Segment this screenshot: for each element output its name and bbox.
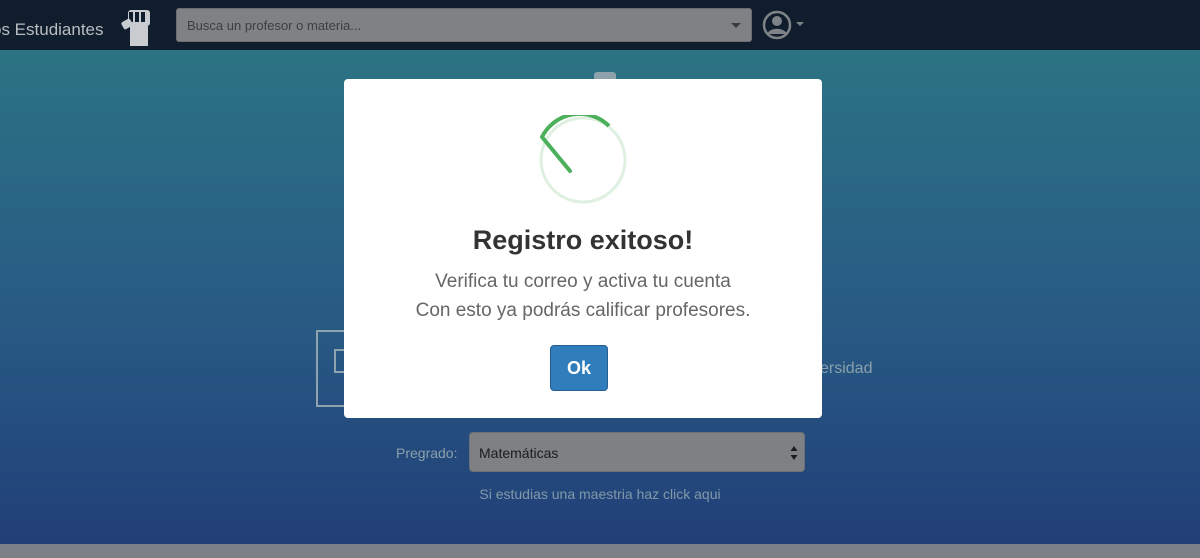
search-box[interactable] — [176, 8, 752, 42]
pregrado-label: Pregrado: — [396, 445, 458, 461]
caret-down-icon[interactable] — [731, 23, 741, 28]
footer-bar — [0, 544, 1200, 558]
search-input[interactable] — [177, 9, 717, 41]
select-arrows-icon — [790, 446, 798, 460]
pregrado-select[interactable]: Matemáticas — [469, 432, 805, 472]
user-menu[interactable] — [762, 10, 806, 42]
maestria-link[interactable]: Si estudias una maestria haz click aqui — [0, 486, 1200, 502]
modal-message-line: Con esto ya podrás calificar profesores. — [415, 300, 751, 321]
ok-button[interactable]: Ok — [550, 345, 608, 391]
success-modal: Registro exitoso! Verifica tu correo y a… — [344, 79, 822, 418]
caret-down-icon[interactable] — [796, 22, 804, 26]
raised-fist-icon[interactable] — [118, 4, 156, 48]
user-circle-icon[interactable] — [762, 10, 792, 40]
success-spinner-icon — [539, 115, 627, 204]
pregrado-selected-value: Matemáticas — [479, 445, 559, 461]
modal-title: Registro exitoso! — [472, 225, 694, 255]
modal-message-line: Verifica tu correo y activa tu cuenta — [435, 271, 731, 292]
brand-name[interactable]: os Estudiantes — [0, 20, 104, 40]
navbar: os Estudiantes — [0, 0, 1200, 50]
